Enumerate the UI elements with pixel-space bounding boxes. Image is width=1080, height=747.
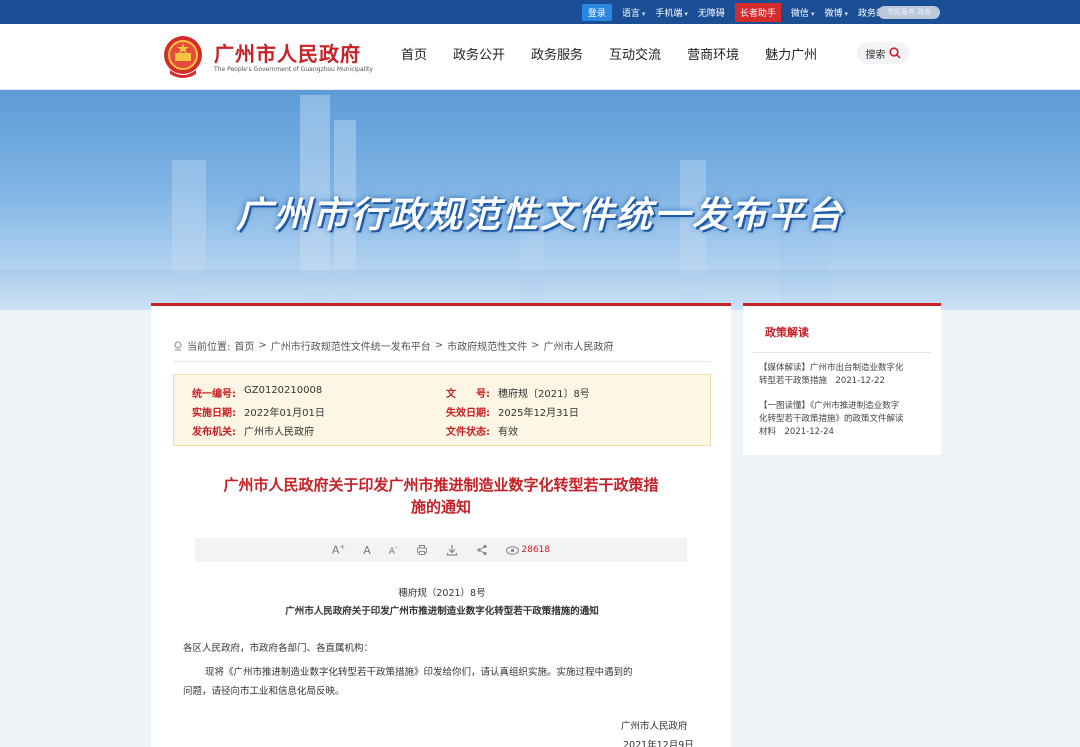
banner: 广州市行政规范性文件统一发布平台 <box>0 90 1080 310</box>
mobile-label: 手机端 <box>655 8 683 19</box>
meta-serial-key: 统一编号: <box>192 389 236 400</box>
main-nav: 首页 政务公开 政务服务 互动交流 营商环境 魅力广州 <box>401 44 817 63</box>
mobile-menu[interactable]: 手机端 ▾ <box>655 6 688 19</box>
site-name-english: The People's Government of Guangzhou Mun… <box>214 66 373 73</box>
meta-org-value: 广州市人民政府 <box>244 427 314 438</box>
breadcrumb-sep: > <box>531 340 540 351</box>
side-item-line: 【媒体解读】广州市出台制造业数字化 <box>759 363 904 373</box>
meta-org-key: 发布机关: <box>192 427 236 438</box>
meta-serial: 统一编号: GZ0120210008 <box>192 385 322 400</box>
meta-impl-key: 实施日期: <box>192 408 236 419</box>
nav-interaction[interactable]: 互动交流 <box>609 44 661 63</box>
site-name[interactable]: 广州市人民政府 <box>214 38 361 67</box>
document-title-line1: 广州市人民政府关于印发广州市推进制造业数字化转型若干政策措 <box>223 476 659 494</box>
utility-links: 登录 语言 ▾ 手机端 ▾ 无障碍 长者助手 微信 ▾ 微博 ▾ 政务邮箱 <box>581 0 894 24</box>
side-item-media[interactable]: 【媒体解读】广州市出台制造业数字化 转型若干政策措施 2021-12-22 <box>759 362 927 388</box>
language-label: 语言 <box>621 8 640 19</box>
accessibility-link[interactable]: 无障碍 <box>698 6 725 19</box>
meta-docno-key: 文 号: <box>446 389 490 400</box>
view-count: 28618 <box>505 545 551 555</box>
meta-serial-value: GZ0120210008 <box>244 385 323 396</box>
divider <box>753 352 931 353</box>
side-panel-title: 政策解读 <box>765 326 809 339</box>
side-item-line: 材料 2021-12-24 <box>759 427 834 437</box>
breadcrumb-normative-docs[interactable]: 市政府规范性文件 <box>447 338 527 353</box>
doc-paragraph-line2: 问题，请径向市工业和信息化局反映。 <box>183 686 345 697</box>
doc-signature: 广州市人民政府 <box>621 721 688 732</box>
chevron-down-icon: ▾ <box>641 9 646 18</box>
meta-expire-key: 失效日期: <box>446 408 490 419</box>
font-reset-icon[interactable]: A <box>363 544 371 557</box>
side-item-infographic[interactable]: 【一图读懂】《广州市推进制造业数字 化转型若干政策措施》的政策文件解读 材料 2… <box>759 400 927 439</box>
view-count-value: 28618 <box>521 545 551 555</box>
language-menu[interactable]: 语言 ▾ <box>622 6 646 19</box>
meta-status-value: 有效 <box>498 427 518 438</box>
eye-icon <box>505 545 519 555</box>
meta-docno: 文 号: 穗府规〔2021〕8号 <box>446 385 590 400</box>
wechat-menu[interactable]: 微信 ▾ <box>791 6 815 19</box>
nav-gov-services[interactable]: 政务服务 <box>531 44 583 63</box>
elder-assist-button[interactable]: 长者助手 <box>734 2 781 22</box>
breadcrumb-gov[interactable]: 广州市人民政府 <box>544 338 614 353</box>
search-label: 搜索 <box>865 49 886 61</box>
policy-interpretation-panel: 政策解读 【媒体解读】广州市出台制造业数字化 转型若干政策措施 2021-12-… <box>743 303 941 455</box>
chevron-down-icon: ▾ <box>844 9 848 18</box>
download-icon[interactable] <box>446 544 458 556</box>
nav-gov-affairs-open[interactable]: 政务公开 <box>453 44 505 63</box>
doc-date: 2021年12月9日 <box>623 740 694 747</box>
meta-expire-value: 2025年12月31日 <box>498 408 579 419</box>
weibo-label: 微博 <box>824 8 843 19</box>
document-metadata: 统一编号: GZ0120210008 文 号: 穗府规〔2021〕8号 实施日期… <box>173 374 711 446</box>
location-icon <box>174 341 182 350</box>
top-utility-bar: 登录 语言 ▾ 手机端 ▾ 无障碍 长者助手 微信 ▾ 微博 ▾ 政务邮箱 市民服务 政… <box>0 0 1080 24</box>
weibo-menu[interactable]: 微博 ▾ <box>824 6 848 19</box>
breadcrumb-sep: > <box>258 340 267 351</box>
font-decrease-icon[interactable]: A- <box>389 544 398 557</box>
search-icon <box>888 47 901 59</box>
document-card: 当前位置: 首页 > 广州市行政规范性文件统一发布平台 > 市政府规范性文件 >… <box>151 303 731 747</box>
meta-impl-date: 实施日期: 2022年01月01日 <box>192 404 325 419</box>
login-button[interactable]: 登录 <box>581 3 612 21</box>
nav-business-env[interactable]: 营商环境 <box>687 44 739 63</box>
meta-org: 发布机关: 广州市人民政府 <box>192 423 314 438</box>
side-item-line: 转型若干政策措施 2021-12-22 <box>759 376 885 386</box>
document-title-line2: 施的通知 <box>410 498 471 516</box>
doc-paragraph-line1: 现将《广州市推进制造业数字化转型若干政策措施》印发给你们，请认真组织实施。实施过… <box>205 667 633 678</box>
meta-expire-date: 失效日期: 2025年12月31日 <box>446 404 579 419</box>
document-title: 广州市人民政府关于印发广州市推进制造业数字化转型若干政策措 施的通知 <box>191 474 691 518</box>
breadcrumb-home[interactable]: 首页 <box>234 338 254 353</box>
side-item-line: 【一图读懂】《广州市推进制造业数字 <box>759 401 900 411</box>
share-icon[interactable] <box>476 544 488 556</box>
doc-subtitle: 广州市人民政府关于印发广州市推进制造业数字化转型若干政策措施的通知 <box>285 606 599 617</box>
nav-home[interactable]: 首页 <box>401 44 427 63</box>
breadcrumb: 当前位置: 首页 > 广州市行政规范性文件统一发布平台 > 市政府规范性文件 >… <box>173 338 711 362</box>
breadcrumb-sep: > <box>434 340 444 351</box>
wechat-label: 微信 <box>790 8 809 19</box>
nav-charm-guangzhou[interactable]: 魅力广州 <box>765 44 817 63</box>
doc-number: 穗府规（2021）8号 <box>398 588 486 599</box>
breadcrumb-platform[interactable]: 广州市行政规范性文件统一发布平台 <box>271 338 431 353</box>
citizen-service-pill[interactable]: 市民服务 政务 <box>878 6 940 19</box>
meta-impl-value: 2022年01月01日 <box>244 408 325 419</box>
meta-docno-value: 穗府规〔2021〕8号 <box>498 389 590 400</box>
search-button[interactable]: 搜索 <box>857 42 909 64</box>
chevron-down-icon: ▾ <box>684 9 688 18</box>
breadcrumb-label: 当前位置: <box>187 342 231 353</box>
banner-title: 广州市行政规范性文件统一发布平台 <box>235 195 844 236</box>
font-increase-icon[interactable]: A+ <box>332 543 345 557</box>
national-emblem-icon <box>164 36 202 78</box>
site-header: 广州市人民政府 The People's Government of Guang… <box>0 24 1080 90</box>
side-item-line: 化转型若干政策措施》的政策文件解读 <box>759 414 904 424</box>
meta-status: 文件状态: 有效 <box>446 423 518 438</box>
print-icon[interactable] <box>416 544 428 556</box>
reading-toolbar: A+ A A- 28618 <box>195 538 687 562</box>
chevron-down-icon: ▾ <box>810 9 815 18</box>
doc-addressee: 各区人民政府，市政府各部门、各直属机构： <box>183 643 374 654</box>
meta-status-key: 文件状态: <box>446 427 490 438</box>
